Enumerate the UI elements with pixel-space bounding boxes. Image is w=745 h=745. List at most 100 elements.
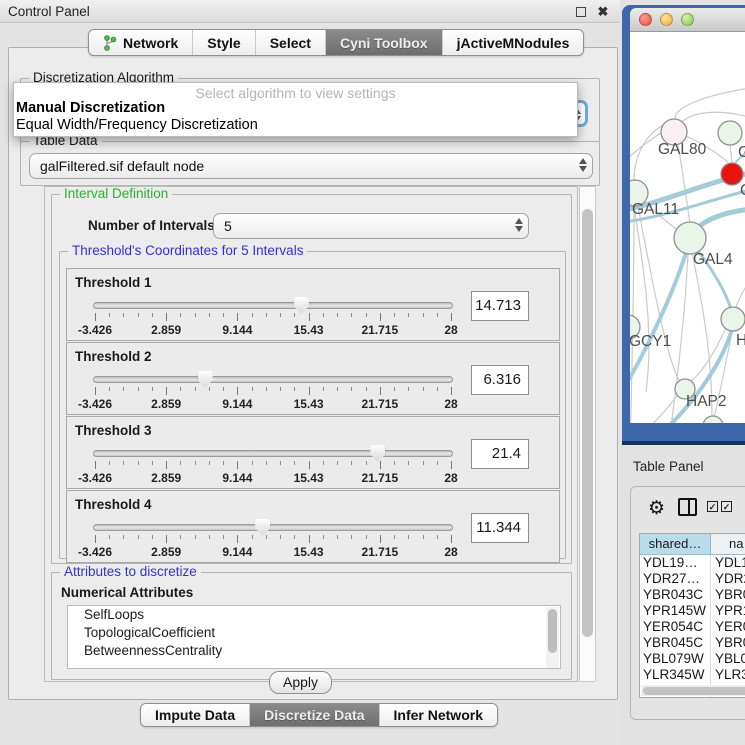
column-header-shared-name[interactable]: shared… [640,534,711,554]
scrollbar-thumb[interactable] [582,209,593,637]
float-window-icon[interactable] [574,5,588,19]
network-node-label: GAL80 [658,141,707,158]
network-node[interactable] [674,222,706,254]
tab-jactivemnodules[interactable]: jActiveMNodules [443,30,584,55]
cell-name[interactable]: YDR2 [711,571,745,587]
tab-discretize-data[interactable]: Discretize Data [250,704,379,726]
table-row[interactable]: YER054CYER0 [640,619,745,635]
network-icon [103,35,117,51]
table-panel-toolbar: ⚙ ✓ ✓ [631,487,745,527]
threshold-1-slider[interactable]: -3.4262.8599.14415.4321.71528 [93,297,453,339]
network-node-label: GCY1 [630,333,671,350]
network-node[interactable] [721,307,745,331]
cell-name[interactable]: YBL0 [711,651,745,667]
settings-vertical-scrollbar[interactable] [579,186,596,682]
cell-shared-name[interactable]: YLR345W [640,667,711,683]
column-header-name[interactable]: na [711,534,745,554]
network-node[interactable] [718,121,742,145]
threshold-4-panel: Threshold 4 -3.4262.8599.14415.4321.7152… [66,490,560,563]
mac-minimize-button[interactable] [660,13,673,26]
slider-handle[interactable] [255,519,270,536]
list-item[interactable]: BetweennessCentrality [68,642,560,660]
slider-track[interactable] [93,302,453,309]
threshold-3-label: Threshold 3 [75,423,152,438]
network-edge[interactable] [638,206,680,382]
network-edge[interactable] [630,396,677,423]
network-view-window[interactable]: GAL80GACGAL11GAL4GCY1HHAP2 [622,5,745,445]
tab-select[interactable]: Select [256,30,326,55]
close-icon[interactable]: ✖ [596,5,610,19]
tab-cyni-toolbox[interactable]: Cyni Toolbox [326,30,443,55]
table-row[interactable]: YDL19…YDL1 [640,555,745,571]
checkbox-icon[interactable]: ✓ [721,501,732,512]
algorithm-option-equal-width[interactable]: Equal Width/Frequency Discretization [14,117,577,134]
group-thresholds-title: Threshold's Coordinates for 5 Intervals [68,243,307,258]
list-item[interactable]: SelfLoops [68,606,560,624]
cell-shared-name[interactable]: YBR043C [640,587,711,603]
cell-shared-name[interactable]: YBL079W [640,651,711,667]
cell-name[interactable]: YBR0 [711,635,745,651]
network-edge[interactable] [675,86,745,120]
cell-name[interactable]: YER0 [711,619,745,635]
cell-name[interactable]: YLR3 [711,667,745,683]
tab-network[interactable]: Network [89,30,193,55]
scrollbar-thumb[interactable] [643,687,745,695]
network-edge[interactable] [730,145,732,164]
cell-shared-name[interactable]: YER054C [640,619,711,635]
network-window-titlebar[interactable] [630,8,745,32]
slider-tick-labels: -3.4262.8599.14415.4321.71528 [95,397,451,411]
slider-handle[interactable] [294,297,309,314]
tab-impute-data[interactable]: Impute Data [141,704,250,726]
apply-button[interactable]: Apply [269,671,332,694]
threshold-1-value[interactable]: 14.713 [471,291,529,321]
network-canvas[interactable]: GAL80GACGAL11GAL4GCY1HHAP2 [630,32,745,423]
app-root: Control Panel ✖ Network Style Select Cyn… [0,0,745,745]
tab-style[interactable]: Style [193,30,255,55]
cell-name[interactable]: YPR1 [711,603,745,619]
cell-shared-name[interactable]: YDR27… [640,571,711,587]
cell-shared-name[interactable]: YBR045C [640,635,711,651]
network-edge[interactable] [734,262,745,314]
cell-name[interactable]: YDL1 [711,555,745,571]
bottom-tab-bar: Impute Data Discretize Data Infer Networ… [140,703,498,727]
table-row[interactable]: YBR043CYBR0 [640,587,745,603]
table-panel: ⚙ ✓ ✓ shared… na YDL19…YDL1YDR27…YDR2YBR… [630,486,745,720]
cell-shared-name[interactable]: YPR145W [640,603,711,619]
gear-icon[interactable]: ⚙ [648,497,665,520]
threshold-4-slider[interactable]: -3.4262.8599.14415.4321.71528 [93,519,453,561]
checkbox-icon[interactable]: ✓ [707,501,718,512]
table-row[interactable]: YDR27…YDR2 [640,571,745,587]
table-horizontal-scrollbar[interactable] [641,685,745,696]
numerical-attributes-list[interactable]: SelfLoops TopologicalCoefficient Between… [67,605,561,669]
tab-infer-network[interactable]: Infer Network [380,704,497,726]
slider-handle[interactable] [198,371,213,388]
threshold-2-value[interactable]: 6.316 [471,365,529,395]
slider-ticks [95,535,451,544]
number-of-intervals-combobox[interactable]: 5 [213,213,529,239]
table-data-combobox[interactable]: galFiltered.sif default node [29,153,593,179]
threshold-3-value[interactable]: 21.4 [471,439,529,469]
table-row[interactable]: YBR045CYBR0 [640,635,745,651]
network-node[interactable] [703,416,723,423]
mac-close-button[interactable] [639,13,652,26]
columns-icon[interactable] [678,498,697,516]
threshold-3-slider[interactable]: -3.4262.8599.14415.4321.71528 [93,445,453,487]
cell-shared-name[interactable]: YDL19… [640,555,711,571]
network-edge[interactable] [630,206,634,423]
slider-track[interactable] [93,524,453,531]
table-row[interactable]: YLR345WYLR3 [640,667,745,683]
list-item[interactable]: TopologicalCoefficient [68,624,560,642]
cell-name[interactable]: YBR0 [711,587,745,603]
slider-track[interactable] [93,450,453,457]
slider-handle[interactable] [370,445,385,462]
threshold-4-value[interactable]: 11.344 [471,513,529,543]
network-edge[interactable] [630,246,688,388]
table-row[interactable]: YBL079WYBL0 [640,651,745,667]
algorithm-option-manual[interactable]: Manual Discretization [14,100,577,117]
slider-track[interactable] [93,376,453,383]
table-row[interactable]: YPR145WYPR1 [640,603,745,619]
table-rows: YDL19…YDL1YDR27…YDR2YBR043CYBR0YPR145WYP… [640,555,745,698]
attributes-scrollbar[interactable] [546,607,559,669]
mac-zoom-button[interactable] [681,13,694,26]
threshold-2-slider[interactable]: -3.4262.8599.14415.4321.71528 [93,371,453,413]
